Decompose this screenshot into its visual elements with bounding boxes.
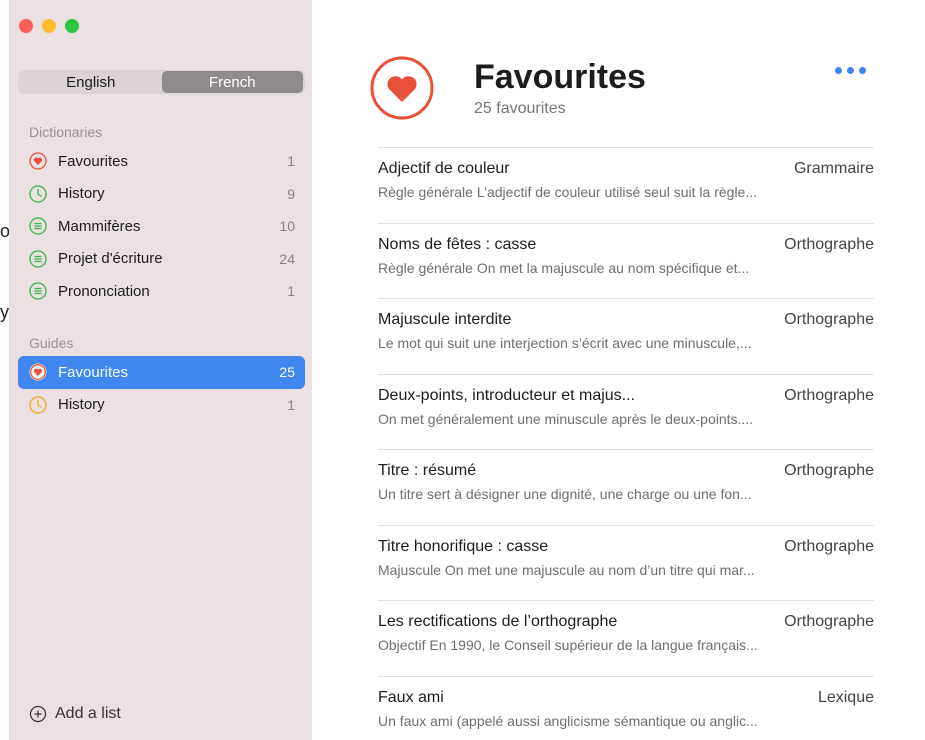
item-category: Orthographe [784,613,874,630]
close-window-button[interactable] [19,19,33,33]
item-snippet: Le mot qui suit une interjection s’écrit… [378,335,752,351]
segment-french[interactable]: French [161,71,303,93]
sidebar-item-count: 9 [287,185,295,202]
sidebar-item-count: 10 [279,218,295,235]
item-snippet: Objectif En 1990, le Conseil supérieur d… [378,637,758,653]
page-title: Favourites [474,58,646,96]
favourites-list: Adjectif de couleur Grammaire Règle génér… [378,147,874,740]
item-title: Titre honorifique : casse [378,537,549,555]
window-controls [19,19,79,33]
sidebar-item-guides-history[interactable]: History 1 [18,389,305,422]
item-title: Les rectifications de l’orthographe [378,613,618,630]
sidebar-item-projet-ecriture[interactable]: Projet d'écriture 24 [18,243,305,276]
sidebar: English French Dictionaries Favourites 1… [9,0,312,740]
sidebar-item-label: Favourites [58,152,129,170]
item-snippet: Un titre sert à désigner une dignité, un… [378,486,752,502]
list-item[interactable]: Adjectif de couleur Grammaire Règle génér… [378,147,874,223]
item-snippet: Majuscule On met une majuscule au nom d’… [378,561,755,578]
list-item[interactable]: Les rectifications de l’orthographe Ortho… [378,600,874,676]
item-category: Orthographe [784,462,874,479]
heart-icon [28,151,48,171]
sidebar-item-label: Favourites [58,363,129,381]
list-item[interactable]: Deux-points, introducteur et majus... Ort… [378,373,874,450]
sidebar-item-count: 24 [279,250,295,267]
clock-icon [28,395,48,415]
zoom-window-button[interactable] [65,19,79,33]
sidebar-item-count: 1 [287,283,295,300]
item-snippet: Règle générale On met la majuscule au no… [378,259,750,276]
add-list-button[interactable]: Add a list [29,705,121,723]
main-content: Favourites 25 favourites Adjectif de cou… [312,0,925,740]
item-title: Noms de fêtes : casse [378,235,537,253]
item-category: Grammaire [793,160,874,177]
guides-list: Favourites 25 History 1 [18,356,305,421]
sidebar-item-label: Projet d'écriture [58,250,163,268]
background-text-fragment: y [0,302,9,322]
sidebar-item-count: 1 [287,396,295,413]
sidebar-item-label: Prononciation [58,282,150,300]
sidebar-item-count: 1 [287,153,295,170]
page-subtitle: 25 favourites [474,100,566,117]
favourites-heart-icon [370,56,434,120]
sidebar-item-guides-favourites[interactable]: Favourites 25 [18,356,305,389]
item-title: Majuscule interdite [378,311,512,328]
minimize-window-button[interactable] [42,19,56,33]
segment-english[interactable]: English [20,71,162,93]
item-title: Titre : résumé [378,462,477,479]
sidebar-item-label: Mammifères [58,217,141,235]
heart-icon [28,362,48,382]
sidebar-item-label: History [58,396,105,414]
item-title: Adjectif de couleur [378,160,510,177]
guides-header: Guides [29,335,74,351]
sidebar-item-count: 25 [279,364,295,381]
list-item[interactable]: Noms de fêtes : casse Orthographe Règle g… [378,222,874,299]
item-snippet: Un faux ami (appelé aussi anglicisme sém… [378,712,758,729]
sidebar-item-favourites[interactable]: Favourites 1 [18,145,305,178]
language-segmented-control: English French [18,70,305,94]
sidebar-item-label: History [58,185,105,203]
list-item[interactable]: Faux ami Lexique Un faux ami (appelé auss… [378,675,874,740]
list-item[interactable]: Titre honorifique : casse Orthographe Maj… [378,524,874,601]
item-snippet: On met généralement une minuscule après … [378,410,754,427]
sidebar-item-mammiferes[interactable]: Mammifères 10 [18,210,305,243]
dictionaries-header: Dictionaries [29,124,103,140]
item-category: Orthographe [784,386,874,404]
item-snippet: Règle générale L’adjectif de couleur uti… [378,184,758,200]
plus-circle-icon [29,705,47,723]
add-list-label: Add a list [55,705,121,722]
more-options-icon[interactable] [835,67,866,74]
list-item[interactable]: Majuscule interdite Orthographe Le mot qu… [378,298,874,374]
list-icon [28,281,48,301]
sidebar-item-prononciation[interactable]: Prononciation 1 [18,275,305,308]
list-icon [28,216,48,236]
item-category: Orthographe [784,537,874,555]
clock-icon [28,184,48,204]
list-icon [28,249,48,269]
item-category: Orthographe [784,235,874,253]
dictionaries-list: Favourites 1 History 9 Mammifères 10 Pro… [18,145,305,308]
item-category: Orthographe [784,311,874,328]
item-title: Deux-points, introducteur et majus... [378,386,636,404]
item-title: Faux ami [378,688,444,706]
item-category: Lexique [817,688,874,706]
list-item[interactable]: Titre : résumé Orthographe Un titre sert … [378,449,874,525]
sidebar-item-history[interactable]: History 9 [18,178,305,211]
